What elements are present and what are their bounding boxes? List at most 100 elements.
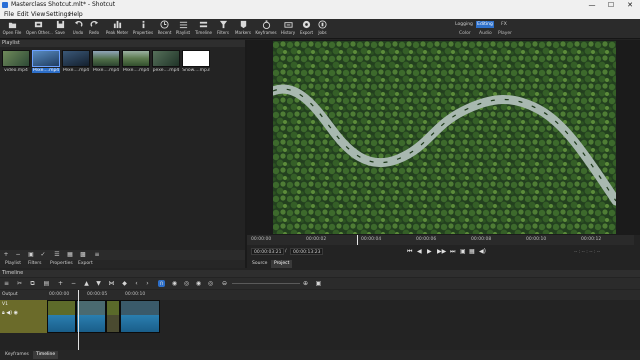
ripple-icon[interactable]: ◎ (183, 280, 190, 287)
tab-timeline[interactable]: Timeline (33, 351, 59, 359)
playlist-item[interactable]: Pexe....mp4 (122, 50, 150, 76)
lift-icon[interactable]: ▲ (83, 280, 90, 287)
rewind-icon[interactable]: ◀ (417, 248, 422, 255)
open-file-button[interactable]: Open File (2, 20, 22, 38)
timeline-menu-icon[interactable]: ≡ (3, 280, 10, 287)
tab-playlist[interactable]: Playlist (5, 261, 21, 266)
tab-keyframes[interactable]: Keyframes (2, 351, 32, 359)
check-icon[interactable]: ✓ (40, 252, 46, 258)
add-icon[interactable]: + (3, 252, 9, 258)
append-icon[interactable]: + (57, 280, 64, 287)
menu-help[interactable]: Help (69, 10, 83, 19)
filters-button[interactable]: Filters (216, 20, 230, 38)
split-icon[interactable]: ⋈ (108, 280, 115, 287)
previous-marker-icon[interactable]: ‹ (133, 280, 140, 287)
cut-icon[interactable]: ✂ (16, 280, 23, 287)
lock-icon[interactable]: 🔒︎ (2, 310, 5, 316)
timeline-clip[interactable] (120, 300, 160, 333)
timeline-clip[interactable] (47, 300, 76, 333)
grid-icon[interactable]: ▦ (469, 248, 475, 255)
jobs-button[interactable]: Jobs (316, 20, 329, 38)
ripple-markers-icon[interactable]: ◎ (207, 280, 214, 287)
menu-settings[interactable]: Settings (46, 10, 71, 19)
minimize-button[interactable]: — (584, 0, 600, 10)
save-button[interactable]: Save (53, 20, 67, 38)
export-button[interactable]: Export (299, 20, 314, 38)
zoom-slider[interactable] (232, 283, 300, 284)
playlist-area[interactable]: video.mp4 Pexe....mp4 Pexe....mp4 Pexe..… (0, 47, 245, 250)
icons-view-icon[interactable]: ▩ (80, 252, 86, 258)
undo-button[interactable]: Undo (71, 20, 85, 38)
player-ruler[interactable]: 00:00:00 00:00:02 00:00:04 00:00:06 00:0… (247, 235, 634, 245)
tab-properties[interactable]: Properties (50, 261, 73, 266)
timeline-clip[interactable] (76, 300, 106, 333)
skip-previous-icon[interactable]: ⏮ (407, 248, 412, 255)
playlist-item[interactable]: Pexe....mp4 (32, 50, 60, 76)
timeline-tracks[interactable] (47, 300, 640, 348)
tab-source[interactable]: Source (249, 260, 270, 268)
open-other-button[interactable]: Open Other... (26, 20, 53, 38)
next-marker-icon[interactable]: › (144, 280, 151, 287)
redo-icon (90, 20, 98, 27)
layout-audio[interactable]: Audio (479, 31, 492, 36)
close-button[interactable]: ✕ (622, 0, 638, 10)
zoom-out-icon[interactable]: ⊖ (221, 280, 228, 287)
menu-file[interactable]: File (4, 10, 14, 19)
copy-icon[interactable]: ⧉ (29, 280, 36, 287)
mute-icon[interactable]: ◀) (6, 310, 12, 316)
playlist-item[interactable]: Pexe....mp4 (62, 50, 90, 76)
skip-next-icon[interactable]: ⏭ (450, 248, 455, 255)
paste-icon[interactable]: ▤ (43, 280, 50, 287)
snap-icon[interactable]: ∩ (158, 280, 165, 287)
update-icon[interactable]: ▣ (28, 252, 34, 258)
ripple-delete-icon[interactable]: − (70, 280, 77, 287)
history-button[interactable]: History (280, 20, 296, 38)
hide-icon[interactable]: ◉ (14, 310, 18, 316)
timeline-clip[interactable] (106, 300, 120, 333)
layout-color[interactable]: Color (459, 31, 471, 36)
toggle-zoom-icon[interactable]: ▣ (460, 248, 466, 255)
playlist-item[interactable]: video.mp4 (2, 50, 30, 76)
recent-button[interactable]: Recent (157, 20, 172, 38)
overwrite-icon[interactable]: ▼ (95, 280, 102, 287)
timeline-ruler[interactable]: 00:00:00 00:00:05 00:00:10 (47, 290, 640, 300)
zoom-in-icon[interactable]: ⊕ (302, 280, 309, 287)
menu-view[interactable]: View (31, 10, 45, 19)
layout-player[interactable]: Player (498, 31, 512, 36)
details-view-icon[interactable]: ☰ (54, 252, 60, 258)
remove-icon[interactable]: − (15, 252, 21, 258)
layout-editing[interactable]: Editing (476, 21, 494, 28)
peak-meter-button[interactable]: Peak Meter (105, 20, 129, 38)
current-timecode[interactable]: 00:00:03:21 (251, 248, 285, 255)
redo-button[interactable]: Redo (87, 20, 101, 38)
markers-button[interactable]: Markers (234, 20, 252, 38)
playlist-button[interactable]: Playlist (175, 20, 191, 38)
marker-add-icon[interactable]: ◆ (121, 280, 128, 287)
play-icon[interactable]: ▶ (427, 248, 432, 255)
track-head-v1[interactable]: V1 🔒︎ ◀) ◉ (0, 300, 47, 333)
timeline-playhead[interactable] (78, 290, 79, 350)
keyframes-button[interactable]: Keyframes (255, 20, 277, 38)
properties-button[interactable]: Properties (132, 20, 154, 38)
video-viewer[interactable] (247, 40, 640, 235)
playlist-item[interactable]: Pexe....mp4 (92, 50, 120, 76)
tab-export[interactable]: Export (78, 261, 93, 266)
player-playhead[interactable] (357, 235, 358, 245)
clock-icon (160, 20, 169, 29)
tab-project[interactable]: Project (271, 260, 293, 268)
layout-fx[interactable]: FX (498, 21, 510, 28)
tiles-view-icon[interactable]: ▦ (67, 252, 73, 258)
layout-logging[interactable]: Logging (454, 21, 474, 28)
ripple-all-icon[interactable]: ◉ (195, 280, 202, 287)
playlist-item[interactable]: pexe....mp4 (152, 50, 180, 76)
scrub-icon[interactable]: ◉ (171, 280, 178, 287)
menu-edit[interactable]: Edit (17, 10, 29, 19)
volume-icon[interactable]: ◀) (479, 248, 486, 255)
maximize-button[interactable]: ☐ (603, 0, 619, 10)
fast-forward-icon[interactable]: ▶▶ (437, 248, 446, 255)
menu-icon[interactable]: ≡ (94, 252, 100, 258)
timeline-button[interactable]: Timeline (194, 20, 213, 38)
tab-filters[interactable]: Filters (28, 261, 42, 266)
playlist-item[interactable]: Snow....mp3 (182, 50, 210, 76)
zoom-fit-icon[interactable]: ▣ (315, 280, 322, 287)
